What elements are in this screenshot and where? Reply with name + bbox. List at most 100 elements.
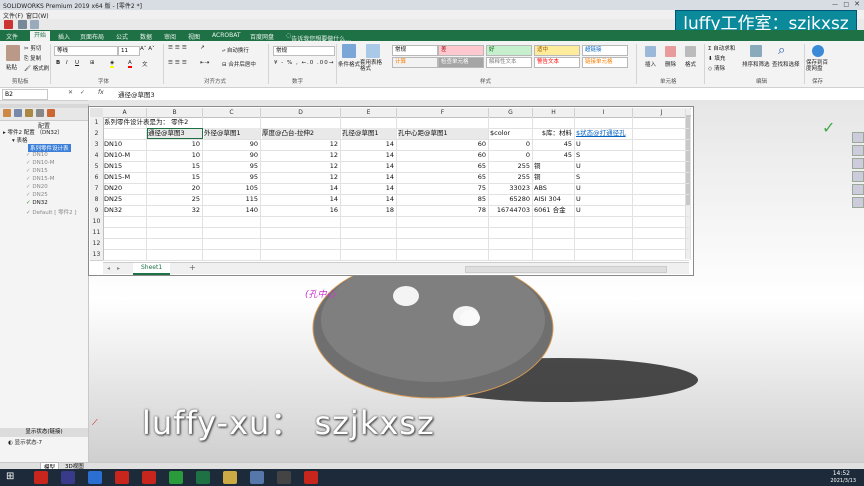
tab-nav-left-icon[interactable]: ◂ bbox=[107, 265, 110, 272]
table-cell[interactable]: 20 bbox=[148, 183, 202, 194]
sort-filter-icon[interactable] bbox=[750, 45, 762, 57]
paste-icon[interactable] bbox=[6, 45, 20, 61]
cut-button[interactable]: ✂ 剪切 bbox=[24, 44, 41, 52]
taskbar-app-icon[interactable] bbox=[304, 471, 318, 484]
tree-config-item[interactable]: ✓ DN20 bbox=[26, 184, 48, 190]
table-cell[interactable]: 12 bbox=[262, 139, 340, 150]
number-format-select[interactable]: 常规 bbox=[273, 46, 335, 56]
table-cell[interactable]: 45 bbox=[534, 139, 574, 150]
table-cell[interactable]: 铜 bbox=[534, 172, 574, 183]
tree-tables[interactable]: ▾ 表格 bbox=[12, 136, 28, 144]
fx-icon[interactable]: fx bbox=[98, 89, 104, 96]
table-cell[interactable]: 16744703 bbox=[490, 205, 532, 216]
column-header[interactable]: F bbox=[397, 108, 489, 118]
cell-style-4[interactable]: 适中 bbox=[534, 45, 580, 56]
table-cell[interactable]: 65280 bbox=[490, 194, 532, 205]
table-cell[interactable]: 60 bbox=[398, 150, 488, 161]
table-cell[interactable]: 90 bbox=[204, 150, 260, 161]
table-cell[interactable]: DN10-M bbox=[104, 150, 146, 161]
tab-view[interactable]: 视图 bbox=[188, 32, 200, 41]
tab-insert[interactable]: 插入 bbox=[58, 32, 70, 41]
view-palette-icon[interactable] bbox=[852, 171, 864, 182]
table-cell[interactable]: 10 bbox=[148, 150, 202, 161]
table-cell[interactable]: 78 bbox=[398, 205, 488, 216]
table-cell[interactable]: 14 bbox=[342, 183, 396, 194]
table-cell[interactable]: 255 bbox=[490, 161, 532, 172]
confirm-check-icon[interactable]: ✓ bbox=[822, 118, 835, 137]
taskbar-app-icon[interactable] bbox=[277, 471, 291, 484]
table-header-cell[interactable]: 孔径@草图1 bbox=[342, 128, 396, 139]
paste-label[interactable]: 粘贴 bbox=[6, 63, 17, 71]
table-cell[interactable]: 65 bbox=[398, 172, 488, 183]
taskbar-app-icon[interactable] bbox=[61, 471, 75, 484]
name-box[interactable]: B2 bbox=[2, 89, 48, 100]
cell-style-9[interactable]: 警告文本 bbox=[534, 57, 580, 68]
sheet-tab-sheet1[interactable]: Sheet1 bbox=[133, 263, 171, 275]
table-cell[interactable]: 75 bbox=[398, 183, 488, 194]
fill-button[interactable]: ⬇ 填充 bbox=[708, 54, 725, 62]
autosum-button[interactable]: Σ 自动求和 bbox=[708, 44, 735, 52]
table-cell[interactable]: 14 bbox=[262, 194, 340, 205]
table-cell[interactable]: 45 bbox=[534, 150, 574, 161]
fill-color-icon[interactable]: ◈ bbox=[110, 60, 115, 68]
minimize-icon[interactable]: — bbox=[832, 1, 838, 8]
table-cell[interactable]: DN15 bbox=[104, 161, 146, 172]
display-states-header[interactable]: 显示状态(链接) bbox=[0, 428, 88, 437]
appearances-icon[interactable] bbox=[852, 184, 864, 195]
table-cell[interactable]: DN15-M bbox=[104, 172, 146, 183]
display-state-item[interactable]: ◐ 显示状态-7 bbox=[8, 438, 42, 446]
table-cell[interactable]: 12 bbox=[262, 161, 340, 172]
table-header-cell[interactable]: $状态@打通径孔 bbox=[576, 128, 632, 139]
table-cell[interactable]: U bbox=[576, 183, 632, 194]
file-explorer-icon[interactable] bbox=[852, 158, 864, 169]
table-cell[interactable]: DN32 bbox=[104, 205, 146, 216]
table-cell[interactable]: 12 bbox=[262, 172, 340, 183]
table-cell[interactable]: 33023 bbox=[490, 183, 532, 194]
taskbar-app-icon[interactable] bbox=[223, 471, 237, 484]
table-cell[interactable]: DN20 bbox=[104, 183, 146, 194]
find-select-icon[interactable]: ⌕ bbox=[778, 43, 785, 58]
tab-file[interactable]: 文件 bbox=[6, 32, 18, 41]
format-painter-button[interactable]: 🖌 格式刷 bbox=[24, 64, 49, 72]
table-cell[interactable]: U bbox=[576, 205, 632, 216]
taskbar-app-icon[interactable] bbox=[88, 471, 102, 484]
table-cell[interactable]: 14 bbox=[342, 150, 396, 161]
orientation-icon[interactable]: ↗ bbox=[200, 45, 205, 51]
add-sheet-button[interactable]: + bbox=[189, 263, 196, 272]
row-header[interactable]: 13 bbox=[90, 249, 104, 261]
format-as-table-icon[interactable] bbox=[366, 44, 380, 58]
italic-button[interactable]: I bbox=[66, 60, 68, 66]
resources-icon[interactable] bbox=[852, 132, 864, 143]
custom-properties-icon[interactable] bbox=[852, 197, 864, 208]
table-cell[interactable]: 90 bbox=[204, 139, 260, 150]
borders-icon[interactable]: ⊞ bbox=[90, 60, 95, 66]
table-cell[interactable]: 0 bbox=[490, 150, 532, 161]
table-cell[interactable]: S bbox=[576, 172, 632, 183]
tree-config-item[interactable]: ✓ DN10-M bbox=[26, 160, 54, 166]
delete-cells-label[interactable]: 删除 bbox=[665, 60, 676, 68]
tab-formulas[interactable]: 公式 bbox=[116, 32, 128, 41]
cell-style-6[interactable]: 计算 bbox=[392, 57, 438, 68]
delete-cells-icon[interactable] bbox=[665, 46, 676, 57]
taskbar-app-icon[interactable] bbox=[250, 471, 264, 484]
dimxpert-icon[interactable] bbox=[36, 109, 44, 117]
merge-center-button[interactable]: ⊟ 合并后居中 bbox=[222, 60, 256, 68]
table-title-cell[interactable]: 系列零件设计表是为： 零件2 bbox=[104, 117, 404, 128]
find-select-label[interactable]: 查找和选择 bbox=[772, 60, 800, 68]
bold-button[interactable]: B bbox=[56, 60, 60, 66]
table-cell[interactable]: 95 bbox=[204, 161, 260, 172]
tab-nav-right-icon[interactable]: ▸ bbox=[117, 265, 120, 272]
clock-date[interactable]: 2021/3/13 bbox=[830, 478, 856, 484]
table-cell[interactable]: 10 bbox=[148, 139, 202, 150]
tab-home[interactable]: 开始 bbox=[30, 31, 51, 41]
table-cell[interactable]: U bbox=[576, 161, 632, 172]
table-cell[interactable]: 16 bbox=[262, 205, 340, 216]
font-grow-icon[interactable]: A˄ A˅ bbox=[140, 46, 155, 52]
table-cell[interactable]: 60 bbox=[398, 139, 488, 150]
cell-style-10[interactable]: 链接单元格 bbox=[582, 57, 628, 68]
table-header-cell[interactable]: 孔中心距@草图1 bbox=[398, 128, 488, 139]
font-color-icon[interactable]: A bbox=[128, 60, 132, 68]
align-top-icon[interactable]: ☰☰☰ bbox=[168, 45, 189, 51]
table-cell[interactable]: 95 bbox=[204, 172, 260, 183]
table-cell[interactable]: 铜 bbox=[534, 161, 574, 172]
